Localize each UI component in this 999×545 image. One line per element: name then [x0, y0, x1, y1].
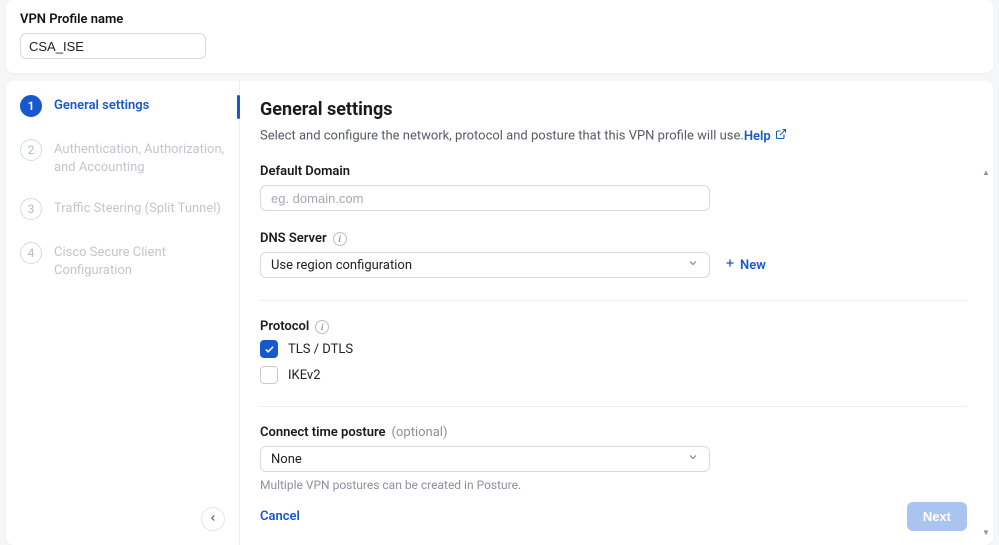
wizard-content: General settings Select and configure th… [240, 81, 993, 545]
step-number: 1 [20, 95, 42, 117]
profile-name-input[interactable] [20, 33, 206, 59]
cancel-button[interactable]: Cancel [260, 509, 300, 524]
dns-server-label-text: DNS Server [260, 231, 327, 246]
checkbox-checked-icon [260, 340, 278, 358]
dns-server-selected-value: Use region configuration [271, 258, 412, 273]
dns-server-label: DNS Server i [260, 231, 967, 246]
next-button[interactable]: Next [907, 502, 967, 531]
new-dns-label: New [740, 258, 766, 273]
posture-hint: Multiple VPN postures can be created in … [260, 478, 967, 492]
protocol-option-tls-dtls[interactable]: TLS / DTLS [260, 340, 967, 358]
step-number: 2 [20, 139, 42, 161]
help-link[interactable]: Help [744, 128, 787, 144]
section-divider [260, 300, 967, 301]
external-link-icon [775, 128, 787, 144]
scroll-down-arrow-icon: ▼ [981, 527, 991, 537]
chevron-left-icon [208, 511, 218, 527]
dns-server-select[interactable]: Use region configuration [260, 252, 710, 278]
new-dns-button[interactable]: New [724, 257, 766, 273]
page-description: Select and configure the network, protoc… [260, 128, 967, 144]
chevron-down-icon [687, 257, 699, 273]
protocol-label-text: Protocol [260, 319, 309, 334]
step-aaa[interactable]: 2 Authentication, Authorization, and Acc… [20, 139, 231, 176]
wizard-sidebar: 1 General settings 2 Authentication, Aut… [6, 81, 240, 545]
step-label: Cisco Secure Client Configuration [54, 242, 231, 279]
step-label: Authentication, Authorization, and Accou… [54, 139, 231, 176]
scroll-up-arrow-icon: ▲ [981, 167, 991, 177]
wizard-footer: Cancel Next [260, 502, 967, 531]
optional-tag: (optional) [392, 425, 448, 440]
protocol-option-label: IKEv2 [288, 368, 321, 383]
plus-icon [724, 257, 736, 273]
step-number: 3 [20, 198, 42, 220]
protocol-option-label: TLS / DTLS [288, 342, 353, 357]
wizard-card: 1 General settings 2 Authentication, Aut… [6, 81, 993, 545]
info-icon[interactable]: i [315, 320, 329, 334]
default-domain-input[interactable] [260, 185, 710, 211]
collapse-sidebar-button[interactable] [201, 507, 225, 531]
info-icon[interactable]: i [333, 232, 347, 246]
description-text: Select and configure the network, protoc… [260, 129, 744, 144]
step-label: General settings [54, 95, 149, 115]
checkbox-unchecked-icon [260, 366, 278, 384]
step-number: 4 [20, 242, 42, 264]
step-label: Traffic Steering (Split Tunnel) [54, 198, 221, 218]
profile-name-card: VPN Profile name [6, 0, 993, 73]
default-domain-label: Default Domain [260, 164, 967, 179]
profile-name-label: VPN Profile name [20, 12, 979, 27]
dns-server-row: Use region configuration New [260, 252, 967, 278]
section-divider [260, 406, 967, 407]
posture-label-text: Connect time posture [260, 425, 386, 440]
protocol-option-ikev2[interactable]: IKEv2 [260, 366, 967, 384]
posture-selected-value: None [271, 452, 302, 467]
protocol-label: Protocol i [260, 319, 967, 334]
chevron-down-icon [687, 451, 699, 467]
step-traffic-steering[interactable]: 3 Traffic Steering (Split Tunnel) [20, 198, 231, 220]
help-link-label: Help [744, 129, 771, 144]
step-secure-client-config[interactable]: 4 Cisco Secure Client Configuration [20, 242, 231, 279]
page-title: General settings [260, 99, 967, 120]
step-general-settings[interactable]: 1 General settings [20, 95, 231, 117]
posture-select[interactable]: None [260, 446, 710, 472]
scrollbar[interactable]: ▲ ▼ [981, 167, 991, 537]
posture-label: Connect time posture (optional) [260, 425, 967, 440]
